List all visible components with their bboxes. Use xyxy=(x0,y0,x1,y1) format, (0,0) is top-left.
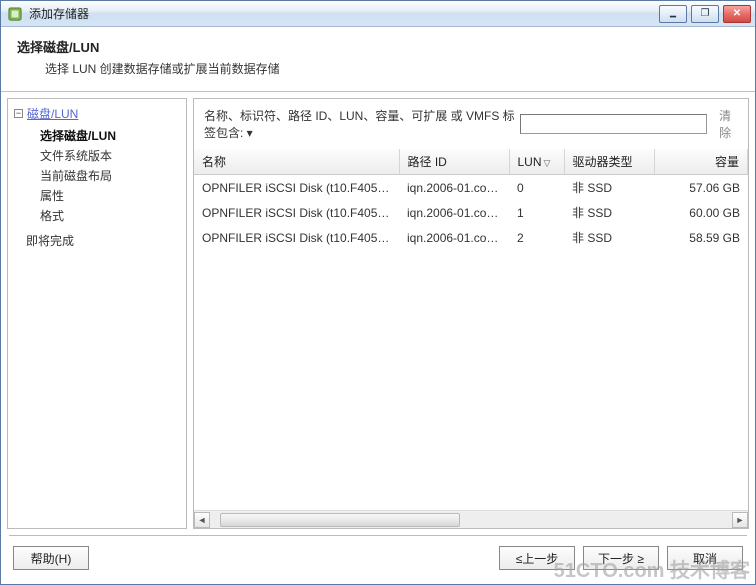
cell-capacity: 60.00 GB xyxy=(654,200,748,225)
sidebar-root-label[interactable]: 磁盘/LUN xyxy=(27,105,78,122)
filter-label[interactable]: 名称、标识符、路径 ID、LUN、容量、可扩展 或 VMFS 标签包含: ▾ xyxy=(204,107,516,141)
collapse-icon[interactable]: − xyxy=(14,109,23,118)
titlebar: 添加存储器 ━ ❐ ✕ xyxy=(1,1,755,27)
page-title: 选择磁盘/LUN xyxy=(17,37,739,56)
sidebar-item-format[interactable]: 格式 xyxy=(40,206,180,226)
cell-path: iqn.2006-01.com.... xyxy=(399,200,509,225)
cancel-button[interactable]: 取消 xyxy=(667,546,743,570)
help-button[interactable]: 帮助(H) xyxy=(13,546,89,570)
clear-filter-link[interactable]: 清除 xyxy=(719,107,740,141)
cell-lun: 2 xyxy=(509,225,564,250)
window-title: 添加存储器 xyxy=(29,5,659,22)
table-row[interactable]: OPNFILER iSCSI Disk (t10.F405E464...iqn.… xyxy=(194,175,748,200)
cell-driver: 非 SSD xyxy=(564,200,654,225)
nav-buttons: ≤上一步 下一步 ≥ 取消 xyxy=(499,546,743,570)
wizard-footer: 帮助(H) ≤上一步 下一步 ≥ 取消 xyxy=(1,536,755,584)
maximize-button[interactable]: ❐ xyxy=(691,5,719,23)
cell-name: OPNFILER iSCSI Disk (t10.F405E464... xyxy=(194,200,399,225)
sidebar-item-current-layout[interactable]: 当前磁盘布局 xyxy=(40,166,180,186)
window-buttons: ━ ❐ ✕ xyxy=(659,5,751,23)
sidebar-children: 选择磁盘/LUN 文件系统版本 当前磁盘布局 属性 格式 xyxy=(40,126,180,226)
cell-lun: 1 xyxy=(509,200,564,225)
app-icon xyxy=(7,6,23,22)
cell-path: iqn.2006-01.com.... xyxy=(399,225,509,250)
window-root: 添加存储器 ━ ❐ ✕ 选择磁盘/LUN 选择 LUN 创建数据存储或扩展当前数… xyxy=(0,0,756,585)
sidebar-root-node[interactable]: − 磁盘/LUN xyxy=(14,105,180,122)
back-button[interactable]: ≤上一步 xyxy=(499,546,575,570)
cell-capacity: 57.06 GB xyxy=(654,175,748,200)
minimize-button[interactable]: ━ xyxy=(659,5,687,23)
sidebar-item-select-disk[interactable]: 选择磁盘/LUN xyxy=(40,126,180,146)
cell-lun: 0 xyxy=(509,175,564,200)
col-name[interactable]: 名称 xyxy=(194,149,399,175)
disk-table-header: 名称 路径 ID LUN▽ 驱动器类型 容量 xyxy=(194,149,748,175)
cell-driver: 非 SSD xyxy=(564,225,654,250)
disk-table: 名称 路径 ID LUN▽ 驱动器类型 容量 OPNFILER iSCSI xyxy=(194,149,748,528)
scroll-left-arrow[interactable]: ◄ xyxy=(194,512,210,528)
sidebar-item-fs-version[interactable]: 文件系统版本 xyxy=(40,146,180,166)
sidebar-item-ready[interactable]: 即将完成 xyxy=(26,232,180,249)
disk-table-body: OPNFILER iSCSI Disk (t10.F405E464...iqn.… xyxy=(194,175,748,250)
main-panel: 名称、标识符、路径 ID、LUN、容量、可扩展 或 VMFS 标签包含: ▾ 清… xyxy=(193,98,749,529)
sidebar-item-properties[interactable]: 属性 xyxy=(40,186,180,206)
col-path[interactable]: 路径 ID xyxy=(399,149,509,175)
cell-name: OPNFILER iSCSI Disk (t10.F405E464... xyxy=(194,225,399,250)
scroll-right-arrow[interactable]: ► xyxy=(732,512,748,528)
wizard-body: − 磁盘/LUN 选择磁盘/LUN 文件系统版本 当前磁盘布局 属性 格式 即将… xyxy=(1,92,755,529)
wizard-steps-sidebar: − 磁盘/LUN 选择磁盘/LUN 文件系统版本 当前磁盘布局 属性 格式 即将… xyxy=(7,98,187,529)
scroll-thumb[interactable] xyxy=(220,513,460,527)
cell-capacity: 58.59 GB xyxy=(654,225,748,250)
table-row[interactable]: OPNFILER iSCSI Disk (t10.F405E464...iqn.… xyxy=(194,225,748,250)
cell-driver: 非 SSD xyxy=(564,175,654,200)
col-driver[interactable]: 驱动器类型 xyxy=(564,149,654,175)
next-button[interactable]: 下一步 ≥ xyxy=(583,546,659,570)
filter-input[interactable] xyxy=(520,114,707,134)
col-lun[interactable]: LUN▽ xyxy=(509,149,564,175)
col-capacity[interactable]: 容量 xyxy=(654,149,748,175)
close-button[interactable]: ✕ xyxy=(723,5,751,23)
disk-table-body-viewport[interactable]: OPNFILER iSCSI Disk (t10.F405E464...iqn.… xyxy=(194,175,748,510)
filter-row: 名称、标识符、路径 ID、LUN、容量、可扩展 或 VMFS 标签包含: ▾ 清… xyxy=(194,99,748,149)
sort-indicator-icon: ▽ xyxy=(544,158,551,168)
wizard-header: 选择磁盘/LUN 选择 LUN 创建数据存储或扩展当前数据存储 xyxy=(1,27,755,92)
scroll-track[interactable] xyxy=(210,512,732,528)
page-subtitle: 选择 LUN 创建数据存储或扩展当前数据存储 xyxy=(45,60,739,77)
cell-path: iqn.2006-01.com.... xyxy=(399,175,509,200)
cell-name: OPNFILER iSCSI Disk (t10.F405E464... xyxy=(194,175,399,200)
horizontal-scrollbar[interactable]: ◄ ► xyxy=(194,510,748,528)
table-row[interactable]: OPNFILER iSCSI Disk (t10.F405E464...iqn.… xyxy=(194,200,748,225)
